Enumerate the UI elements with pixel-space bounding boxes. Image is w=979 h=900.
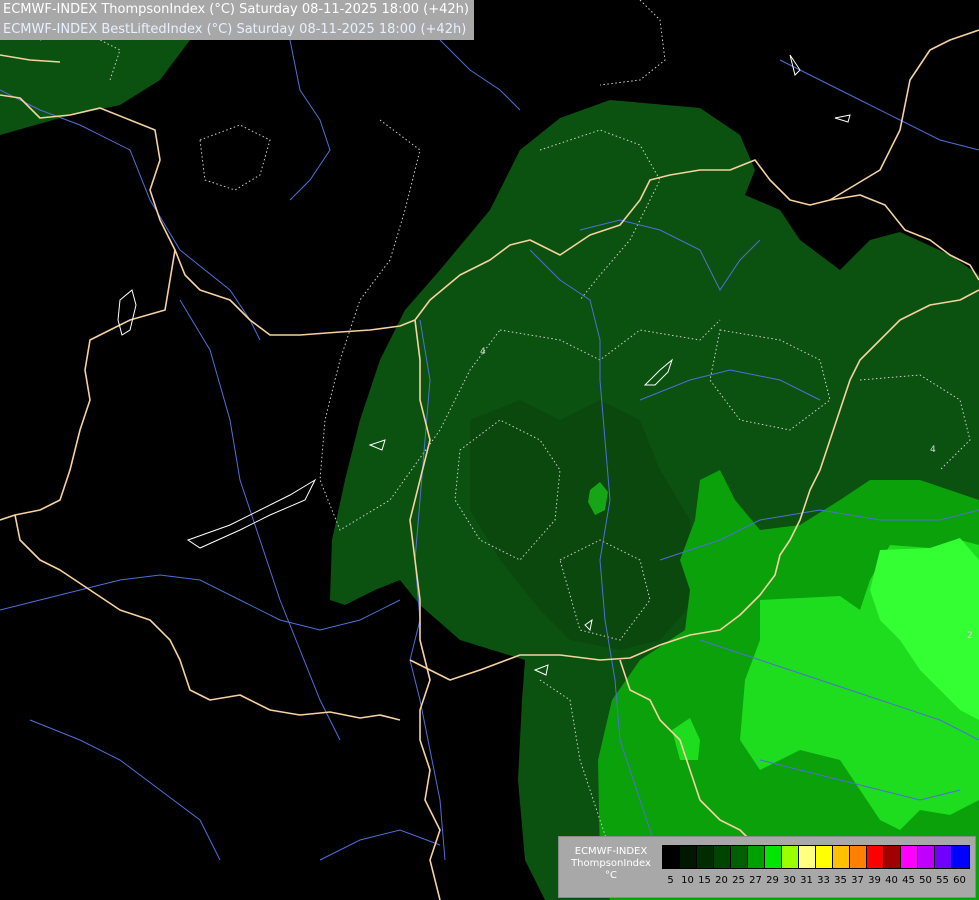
legend-tick-label: 60	[953, 875, 966, 886]
legend-swatch	[952, 846, 969, 868]
legend-model: ECMWF-INDEX	[574, 846, 648, 857]
contour-label: 2	[967, 631, 973, 641]
legend-swatch	[799, 846, 816, 868]
legend-swatch	[816, 846, 833, 868]
legend-swatch	[663, 846, 680, 868]
legend-swatch	[697, 846, 714, 868]
contour-label: 4	[480, 347, 486, 357]
legend-parameter: ThompsonIndex	[571, 858, 651, 869]
legend-tick-label: 40	[885, 875, 898, 886]
legend-color-bar	[662, 845, 970, 869]
legend-tick-label: 31	[800, 875, 813, 886]
legend-tick-label: 10	[681, 875, 694, 886]
legend-swatch	[765, 846, 782, 868]
legend-tick-label: 33	[817, 875, 830, 886]
legend-swatch	[884, 846, 901, 868]
legend-swatch	[901, 846, 918, 868]
legend-swatch	[918, 846, 935, 868]
legend-tick-label: 45	[902, 875, 915, 886]
legend-unit: °C	[605, 870, 617, 881]
color-legend: ECMWF-INDEX ThompsonIndex °C 5 10 15 20 25 27…	[558, 836, 976, 898]
map-title-line-2: ECMWF-INDEX BestLiftedIndex (°C) Saturda…	[3, 22, 467, 37]
weather-map: 4 4 2	[0, 0, 979, 900]
legend-swatch	[748, 846, 765, 868]
map-title-box: ECMWF-INDEX ThompsonIndex (°C) Saturday …	[0, 0, 474, 40]
legend-tick-label: 37	[851, 875, 864, 886]
legend-tick-label: 30	[783, 875, 796, 886]
legend-tick-label: 15	[698, 875, 711, 886]
legend-swatch	[867, 846, 884, 868]
legend-swatch	[680, 846, 697, 868]
legend-caption: ECMWF-INDEX ThompsonIndex °C	[563, 846, 659, 882]
legend-swatch	[935, 846, 952, 868]
legend-tick-label: 25	[732, 875, 745, 886]
legend-swatch	[714, 846, 731, 868]
legend-swatch	[833, 846, 850, 868]
legend-ticks: 5 10 15 20 25 27 29 30 31 33 35 37 39 40 45 50 55 60	[662, 874, 972, 888]
legend-tick-label: 50	[919, 875, 932, 886]
map-title-line-1: ECMWF-INDEX ThompsonIndex (°C) Saturday …	[3, 2, 469, 17]
legend-tick-label: 35	[834, 875, 847, 886]
legend-tick-label: 39	[868, 875, 881, 886]
legend-swatch	[850, 846, 867, 868]
legend-tick-label: 55	[936, 875, 949, 886]
contour-label: 4	[930, 445, 936, 455]
legend-tick-label: 29	[766, 875, 779, 886]
legend-swatch	[731, 846, 748, 868]
legend-tick-label: 5	[667, 875, 674, 886]
legend-tick-label: 27	[749, 875, 762, 886]
legend-tick-label: 20	[715, 875, 728, 886]
legend-swatch	[782, 846, 799, 868]
